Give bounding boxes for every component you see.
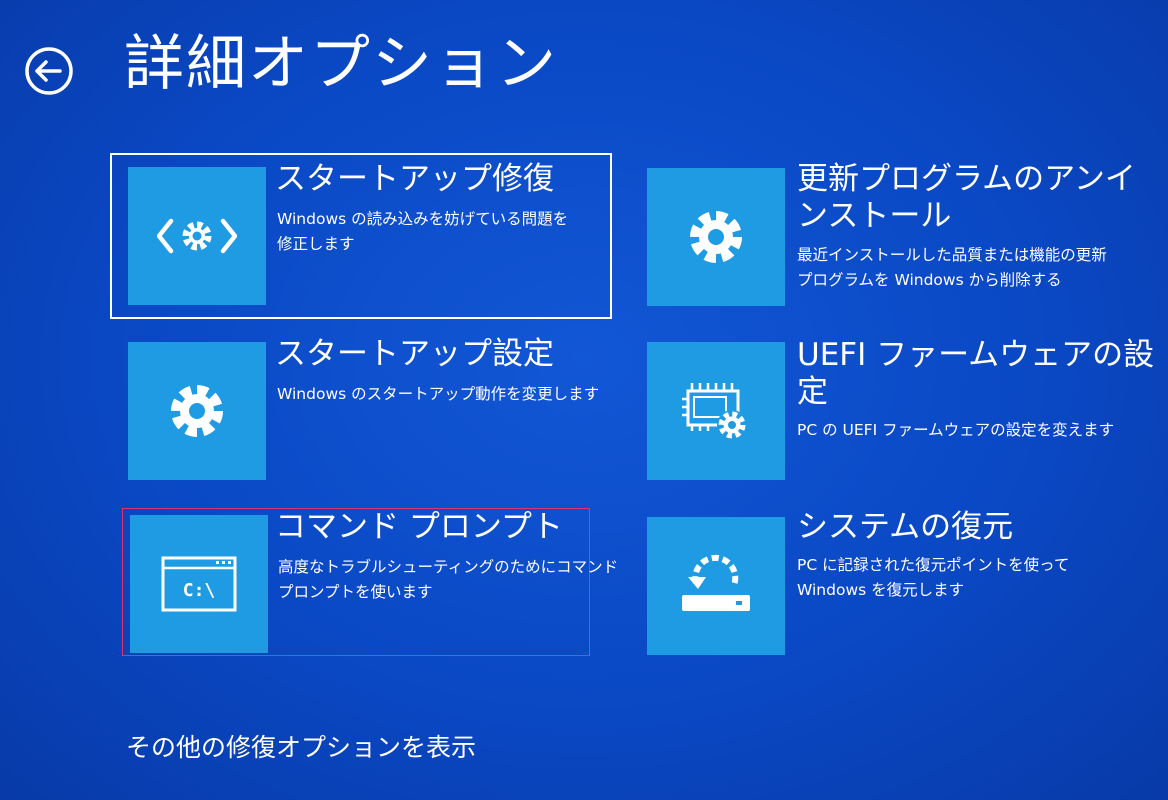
option-tile: C:\ — [130, 515, 268, 653]
option-description: Windows の読み込みを妨げている問題を 修正します — [277, 207, 568, 257]
option-tile — [647, 517, 785, 655]
startup-repair-icon — [157, 218, 237, 254]
title-line: 更新プログラムのアンイ — [797, 161, 1136, 197]
option-startup-settings[interactable]: スタートアップ設定 Windows のスタートアップ動作を変更します — [110, 330, 612, 490]
option-tile — [128, 342, 266, 480]
title-line: ンストール — [797, 198, 952, 234]
option-tile — [647, 342, 785, 480]
back-button[interactable] — [24, 46, 74, 96]
description-line: 最近インストールした品質または機能の更新 — [797, 246, 1107, 264]
title-line: UEFI ファームウェアの設 — [797, 337, 1155, 373]
option-title: UEFI ファームウェアの設 定 — [797, 337, 1154, 411]
option-description: PC に記録された復元ポイントを使って Windows を復元します — [797, 553, 1069, 603]
option-description: PC の UEFI ファームウェアの設定を変えます — [797, 418, 1114, 443]
description-line: Windows の読み込みを妨げている問題を — [277, 210, 569, 228]
back-arrow-icon — [25, 47, 73, 95]
option-title: コマンド プロンプト — [275, 509, 563, 545]
option-title: スタートアップ修復 — [275, 161, 554, 197]
gear-icon — [690, 211, 742, 263]
title-line: 定 — [797, 374, 828, 410]
option-system-restore[interactable]: システムの復元 PC に記録された復元ポイントを使って Windows を復元し… — [630, 505, 1150, 665]
command-prompt-icon: C:\ — [161, 556, 237, 612]
page-title: 詳細オプション — [124, 29, 558, 99]
description-line: PC の UEFI ファームウェアの設定を変えます — [797, 421, 1115, 439]
option-command-prompt[interactable]: C:\ コマンド プロンプト 高度なトラブルシューティングのためにコマンド プロ… — [122, 508, 618, 656]
option-description: Windows のスタートアップ動作を変更します — [277, 382, 599, 407]
description-line: 高度なトラブルシューティングのためにコマンド — [278, 558, 619, 576]
description-line: Windows を復元します — [797, 581, 965, 599]
description-line: プロンプトを使います — [278, 583, 433, 601]
option-tile — [647, 168, 785, 306]
more-repair-options-link[interactable]: その他の修復オプションを表示 — [126, 728, 476, 768]
description-line: Windows のスタートアップ動作を変更します — [277, 385, 600, 403]
prompt-text: C:\ — [183, 580, 216, 601]
description-line: PC に記録された復元ポイントを使って — [797, 556, 1070, 574]
gear-icon — [171, 385, 223, 437]
option-title: システムの復元 — [797, 509, 1014, 545]
option-uefi-firmware-settings[interactable]: UEFI ファームウェアの設 定 PC の UEFI ファームウェアの設定を変え… — [630, 330, 1154, 490]
option-uninstall-updates[interactable]: 更新プログラムのアンイ ンストール 最近インストールした品質または機能の更新 プ… — [630, 155, 1150, 321]
option-tile — [128, 167, 266, 305]
option-startup-repair[interactable]: スタートアップ修復 Windows の読み込みを妨げている問題を 修正します — [110, 153, 612, 319]
option-description: 最近インストールした品質または機能の更新 プログラムを Windows から削除… — [797, 243, 1107, 293]
option-description: 高度なトラブルシューティングのためにコマンド プロンプトを使います — [278, 555, 618, 605]
system-restore-icon — [682, 554, 750, 611]
option-title: 更新プログラムのアンイ ンストール — [797, 161, 1136, 235]
description-line: プログラムを Windows から削除する — [797, 271, 1062, 289]
description-line: 修正します — [277, 235, 355, 253]
option-title: スタートアップ設定 — [275, 336, 554, 372]
firmware-chip-gear-icon — [682, 383, 747, 440]
